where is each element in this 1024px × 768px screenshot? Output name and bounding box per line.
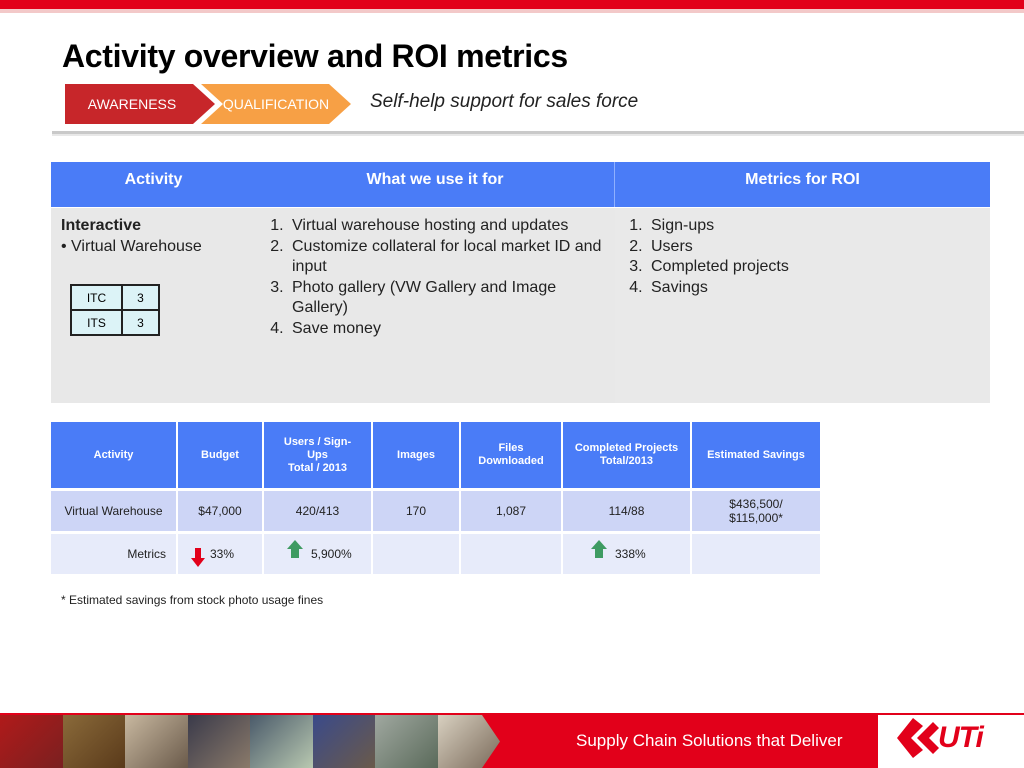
- photo-image: [62, 715, 125, 768]
- roi-header-row: Activity Budget Users / Sign- Ups Total …: [51, 422, 820, 491]
- users-metric: 5,900%: [265, 539, 370, 561]
- slide-title: Activity overview and ROI metrics: [62, 38, 568, 74]
- metric-value: 33%: [210, 547, 235, 561]
- savings-line: $115,000*: [729, 511, 783, 525]
- photo-strip: [0, 715, 500, 768]
- up-arrow-icon: [591, 539, 607, 558]
- cell-files: 1,087: [461, 491, 563, 534]
- roi-header-users: Users / Sign- Ups Total / 2013: [264, 422, 373, 491]
- uses-list: Virtual warehouse hosting and updates Cu…: [264, 216, 604, 339]
- roi-table: Activity Budget Users / Sign- Ups Total …: [51, 422, 820, 577]
- photo-image: [250, 715, 313, 768]
- header-line: Total / 2013: [287, 461, 348, 474]
- table-row: ITS 3: [70, 309, 160, 336]
- list-item: Photo gallery (VW Gallery and Image Gall…: [288, 278, 604, 319]
- list-item: Users: [647, 237, 963, 258]
- list-item: Customize collateral for local market ID…: [288, 237, 604, 278]
- roi-header-images: Images: [373, 422, 461, 491]
- title-divider-shade: [52, 134, 1024, 136]
- cell-metrics-label: Metrics: [51, 534, 178, 577]
- photo-image: [125, 715, 188, 768]
- activity-item: • Virtual Warehouse: [61, 237, 202, 255]
- up-arrow-icon: [287, 539, 303, 558]
- roi-header-files: Files Downloaded: [461, 422, 563, 491]
- budget-metric: 33%: [179, 547, 261, 567]
- metric-value: 5,900%: [311, 547, 352, 561]
- savings-line: $436,500/: [729, 497, 783, 511]
- cell-files-metric: [461, 534, 563, 577]
- table-row: ITC 3: [70, 284, 160, 311]
- list-item: Sign-ups: [647, 216, 963, 237]
- top-accent-bar: [0, 0, 1024, 9]
- header-line: Ups: [307, 448, 328, 461]
- header-activity: Activity: [124, 171, 183, 188]
- list-item: Completed projects: [647, 257, 963, 278]
- table-row: Metrics 33% 5,900% 338%: [51, 534, 820, 577]
- photo-image: [312, 715, 375, 768]
- list-item: Virtual warehouse hosting and updates: [288, 216, 604, 237]
- roi-header-budget: Budget: [178, 422, 264, 491]
- top-accent-shade: [0, 9, 1024, 13]
- stage-qualification: QUALIFICATION: [201, 84, 351, 124]
- header-line: Users / Sign-: [283, 435, 352, 448]
- cell-budget: $47,000: [178, 491, 264, 534]
- activity-heading: Interactive: [61, 217, 142, 234]
- logo-wordmark: UTi: [938, 721, 984, 754]
- header-separator: [614, 162, 615, 207]
- mini-label: ITC: [70, 284, 123, 311]
- header-line: Completed Projects: [574, 442, 679, 454]
- cell-projects-metric: 338%: [563, 534, 692, 577]
- mini-value: 3: [121, 309, 160, 336]
- list-item: Save money: [288, 319, 604, 340]
- metrics-list: Sign-ups Users Completed projects Saving…: [623, 216, 963, 298]
- roi-header-activity: Activity: [51, 422, 178, 491]
- photo-image: [187, 715, 250, 768]
- header-metrics: Metrics for ROI: [745, 171, 860, 188]
- overview-header-row: Activity What we use it for Metrics for …: [51, 162, 990, 207]
- cell-savings: $436,500/ $115,000*: [692, 491, 820, 534]
- list-item: Savings: [647, 278, 963, 299]
- cell-users: 420/413: [264, 491, 373, 534]
- slide-subtitle: Self-help support for sales force: [370, 91, 639, 112]
- uses-cell: Virtual warehouse hosting and updates Cu…: [264, 216, 604, 339]
- table-row: Virtual Warehouse $47,000 420/413 170 1,…: [51, 491, 820, 534]
- roi-header-projects: Completed Projects Total/2013: [563, 422, 692, 491]
- metric-value: 338%: [615, 547, 646, 561]
- cell-projects: 114/88: [563, 491, 692, 534]
- photo-image: [375, 715, 438, 768]
- cell-images: 170: [373, 491, 461, 534]
- footer-tagline: Supply Chain Solutions that Deliver: [576, 731, 843, 750]
- activity-cell: Interactive • Virtual Warehouse: [61, 216, 261, 257]
- mini-label: ITS: [70, 309, 123, 336]
- cell-activity: Virtual Warehouse: [51, 491, 178, 534]
- mini-value: 3: [121, 284, 160, 311]
- stage-awareness: AWARENESS: [65, 84, 215, 124]
- header-line: Files: [498, 442, 524, 454]
- roi-header-savings: Estimated Savings: [692, 422, 820, 491]
- down-arrow-icon: [191, 547, 205, 567]
- header-line: Downloaded: [478, 455, 544, 467]
- footnote: * Estimated savings from stock photo usa…: [61, 593, 324, 607]
- overview-table: Activity What we use it for Metrics for …: [51, 162, 990, 403]
- cell-images-metric: [373, 534, 461, 577]
- cell-savings-metric: [692, 534, 820, 577]
- metrics-cell: Sign-ups Users Completed projects Saving…: [623, 216, 963, 298]
- cell-users-metric: 5,900%: [264, 534, 373, 577]
- itc-its-table: ITC 3 ITS 3: [70, 284, 160, 336]
- cell-budget-metric: 33%: [178, 534, 264, 577]
- projects-metric: 338%: [564, 539, 689, 561]
- header-line: Total/2013: [600, 455, 653, 467]
- header-uses: What we use it for: [366, 171, 504, 188]
- photo-image: [0, 715, 63, 768]
